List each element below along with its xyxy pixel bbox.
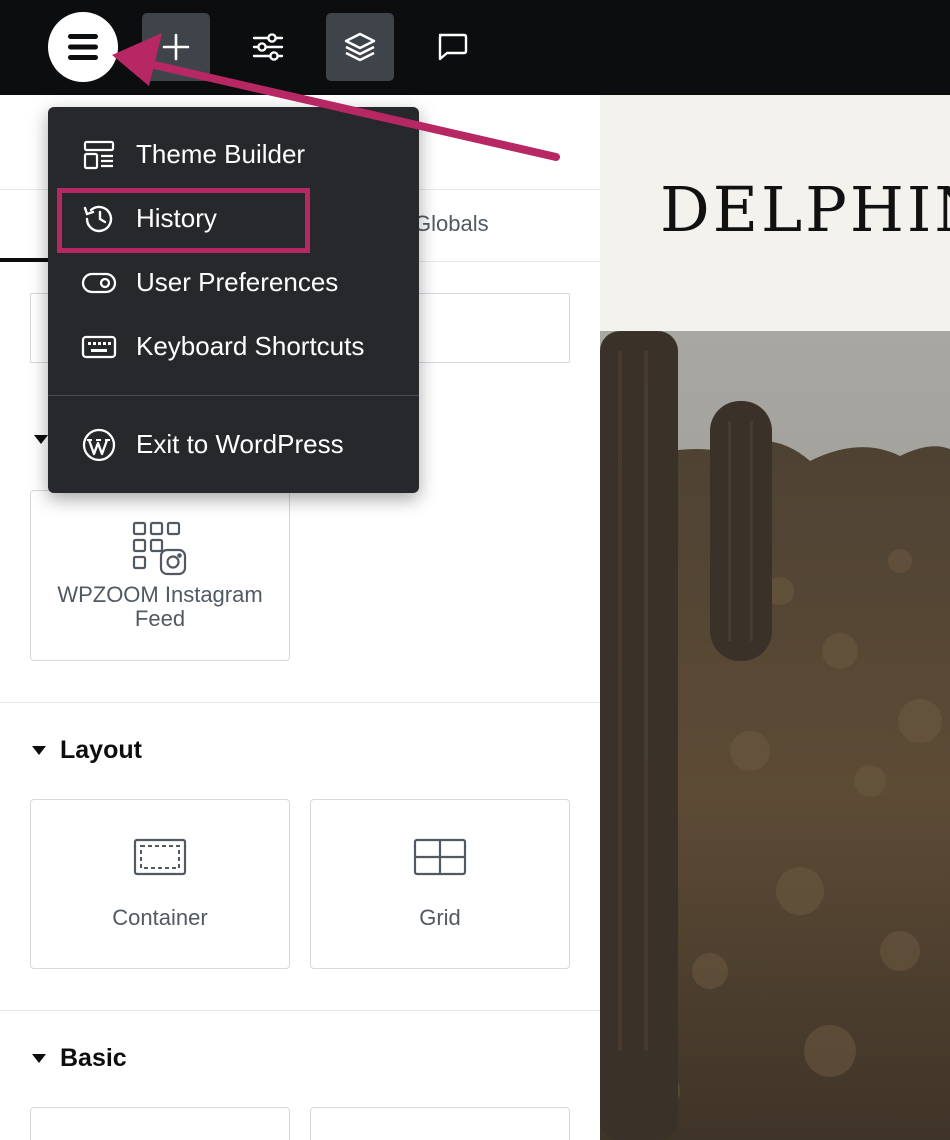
widget-container[interactable]: Container: [30, 799, 290, 969]
widget-basic-placeholder[interactable]: [30, 1107, 290, 1140]
widget-wpzoom-instagram[interactable]: WPZOOM Instagram Feed: [30, 490, 290, 661]
main-menu-dropdown: Theme Builder History User Preferences K…: [48, 107, 419, 493]
structure-button[interactable]: [326, 13, 394, 81]
container-icon: [133, 838, 187, 876]
site-title: DELPHIN: [660, 173, 950, 246]
instagram-grid-icon: [132, 521, 187, 576]
caret-down-icon: [32, 746, 46, 755]
menu-item-user-preferences[interactable]: User Preferences: [48, 252, 419, 312]
menu-item-label: User Preferences: [136, 266, 339, 297]
comments-button[interactable]: [418, 13, 486, 81]
section-basic-header[interactable]: Basic: [32, 1044, 127, 1073]
widget-label: Grid: [419, 905, 461, 930]
add-element-button[interactable]: [142, 13, 210, 81]
page-settings-button[interactable]: [234, 13, 302, 81]
plus-icon: [162, 33, 190, 61]
desert-hero-image: [600, 331, 950, 1140]
theme-builder-icon: [81, 139, 117, 171]
history-highlight-box: [57, 188, 310, 253]
keyboard-icon: [81, 331, 117, 363]
layers-icon: [344, 32, 376, 62]
menu-item-exit-to-wordpress[interactable]: Exit to WordPress: [48, 414, 419, 474]
section-divider: [0, 702, 600, 703]
caret-down-icon: [32, 1054, 46, 1063]
menu-item-label: Keyboard Shortcuts: [136, 330, 365, 361]
section-title-layout: Layout: [60, 736, 142, 764]
widget-basic-placeholder[interactable]: [310, 1107, 570, 1140]
page-preview: DELPHIN: [600, 95, 950, 1140]
active-tab-indicator: [0, 258, 48, 262]
menu-item-keyboard-shortcuts[interactable]: Keyboard Shortcuts: [48, 316, 419, 376]
menu-item-label: Theme Builder: [136, 138, 306, 169]
main-menu-button[interactable]: [48, 12, 118, 82]
toggle-icon: [81, 267, 117, 299]
section-collapse-caret[interactable]: [34, 435, 48, 444]
tab-globals[interactable]: Globals: [414, 211, 489, 237]
sliders-icon: [252, 33, 284, 61]
wordpress-icon: [81, 428, 117, 462]
menu-item-label: Exit to WordPress: [136, 428, 344, 459]
menu-separator: [48, 395, 419, 396]
section-title-basic: Basic: [60, 1044, 127, 1072]
hamburger-menu-icon: [68, 34, 98, 60]
comment-icon: [438, 33, 468, 61]
section-divider: [0, 1010, 600, 1011]
menu-item-theme-builder[interactable]: Theme Builder: [48, 124, 419, 184]
editor-top-bar: [0, 0, 950, 95]
widget-grid[interactable]: Grid: [310, 799, 570, 969]
section-layout-header[interactable]: Layout: [32, 736, 142, 765]
site-header: DELPHIN: [600, 95, 950, 331]
widget-label: WPZOOM Instagram Feed: [57, 582, 263, 631]
widget-label: Container: [112, 905, 208, 930]
grid-icon: [413, 838, 467, 876]
